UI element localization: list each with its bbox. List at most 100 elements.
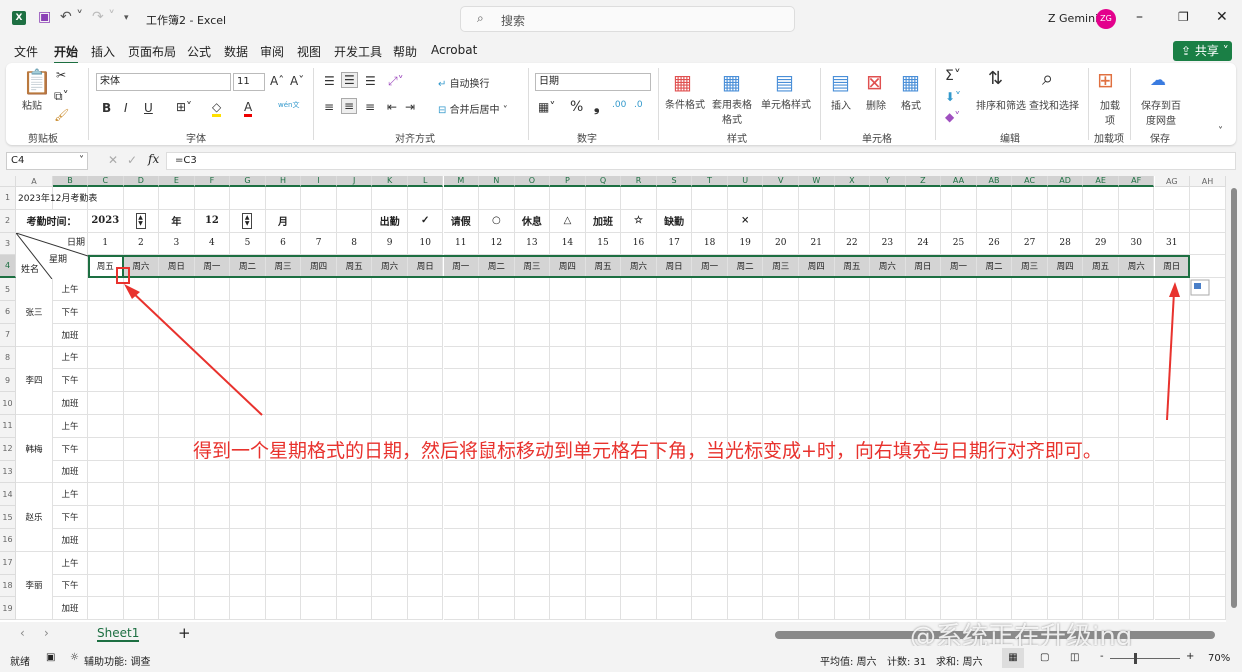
cell[interactable] xyxy=(443,392,480,415)
collapse-ribbon-icon[interactable]: ˅ xyxy=(1218,126,1223,137)
cell[interactable] xyxy=(621,392,657,415)
cell[interactable] xyxy=(976,209,1013,233)
cell[interactable] xyxy=(834,551,871,575)
cell[interactable] xyxy=(1154,506,1191,529)
row-header-19[interactable]: 19 xyxy=(0,597,16,621)
cell[interactable] xyxy=(1012,369,1048,393)
cell[interactable] xyxy=(407,323,444,347)
cell[interactable] xyxy=(1012,574,1048,598)
cell[interactable] xyxy=(905,415,942,438)
cell[interactable] xyxy=(479,323,515,347)
cell[interactable] xyxy=(727,369,764,393)
cell[interactable] xyxy=(123,551,160,575)
row-header-12[interactable]: 12 xyxy=(0,437,16,461)
cell[interactable] xyxy=(265,369,302,393)
cell[interactable] xyxy=(443,278,480,301)
cell[interactable] xyxy=(585,574,622,598)
cell[interactable] xyxy=(656,551,693,575)
cell-style-button[interactable]: 单元格样式 xyxy=(761,96,811,111)
day-number[interactable]: 14 xyxy=(550,232,586,256)
cell[interactable] xyxy=(976,460,1013,484)
cell[interactable] xyxy=(799,415,835,438)
cell[interactable] xyxy=(1154,415,1191,438)
cell[interactable] xyxy=(870,278,906,301)
cell[interactable] xyxy=(1154,437,1191,461)
cell[interactable] xyxy=(514,506,551,529)
cell[interactable] xyxy=(301,301,337,324)
cell[interactable] xyxy=(834,597,871,621)
cell[interactable] xyxy=(514,415,551,438)
cell[interactable] xyxy=(763,460,799,484)
cell[interactable] xyxy=(763,278,799,301)
cell[interactable] xyxy=(1047,369,1084,393)
cell[interactable] xyxy=(372,483,408,507)
row-header-1[interactable]: 1 xyxy=(0,187,16,210)
cell[interactable] xyxy=(265,346,302,370)
column-header-Q[interactable]: Q xyxy=(585,176,622,187)
cell[interactable] xyxy=(976,187,1013,210)
share-button[interactable]: ⇪ 共享 ˅ xyxy=(1173,41,1232,61)
cell[interactable] xyxy=(585,483,622,507)
macro-record-icon[interactable]: ▣ xyxy=(46,652,55,663)
cell[interactable] xyxy=(1047,209,1084,233)
cell[interactable] xyxy=(88,346,124,370)
cell[interactable] xyxy=(1154,529,1191,552)
cell[interactable] xyxy=(692,574,728,598)
day-number[interactable]: 17 xyxy=(656,232,693,256)
cell[interactable] xyxy=(941,415,977,438)
insert-function-icon[interactable]: fx xyxy=(148,152,159,166)
cell[interactable] xyxy=(692,597,728,621)
day-number[interactable]: 15 xyxy=(585,232,622,256)
cell[interactable] xyxy=(727,574,764,598)
cell[interactable] xyxy=(585,551,622,575)
cell[interactable] xyxy=(692,529,728,552)
cell[interactable] xyxy=(514,392,551,415)
undo-icon[interactable]: ↶ ˅ xyxy=(60,9,83,25)
cell[interactable] xyxy=(941,506,977,529)
cell[interactable] xyxy=(692,187,728,210)
cell[interactable] xyxy=(1118,460,1155,484)
align-left-icon[interactable]: ≡ xyxy=(324,100,334,114)
cell[interactable] xyxy=(550,301,586,324)
cell[interactable] xyxy=(621,551,657,575)
cell[interactable] xyxy=(123,323,160,347)
cell[interactable] xyxy=(159,506,195,529)
cell[interactable] xyxy=(870,415,906,438)
page-break-icon[interactable]: ◫ xyxy=(1070,652,1079,663)
redo-icon[interactable]: ↷ ˅ xyxy=(92,9,115,25)
cell[interactable] xyxy=(550,506,586,529)
cell[interactable] xyxy=(1118,415,1155,438)
day-number[interactable]: 11 xyxy=(443,232,480,256)
comma-icon[interactable]: ❟ xyxy=(594,99,600,115)
cell[interactable] xyxy=(230,187,266,210)
cell[interactable] xyxy=(1047,415,1084,438)
save-icon[interactable]: ▣ xyxy=(38,9,51,25)
cell[interactable] xyxy=(763,597,799,621)
cell[interactable] xyxy=(1083,187,1119,210)
cell[interactable] xyxy=(265,574,302,598)
search-box[interactable]: ⌕ 搜索 xyxy=(460,6,795,32)
cell[interactable] xyxy=(727,529,764,552)
cell[interactable] xyxy=(763,187,799,210)
column-header-L[interactable]: L xyxy=(407,176,444,187)
cell[interactable] xyxy=(479,506,515,529)
cell[interactable] xyxy=(479,301,515,324)
cell[interactable] xyxy=(763,323,799,347)
cell[interactable] xyxy=(834,323,871,347)
cell[interactable] xyxy=(870,209,906,233)
cell[interactable] xyxy=(301,209,337,233)
cell[interactable] xyxy=(799,506,835,529)
column-header-AG[interactable]: AG xyxy=(1154,176,1191,187)
cell[interactable] xyxy=(1012,209,1048,233)
cell[interactable] xyxy=(941,209,977,233)
row-header-9[interactable]: 9 xyxy=(0,369,16,393)
cell[interactable] xyxy=(1047,323,1084,347)
cell[interactable] xyxy=(763,209,799,233)
currency-icon[interactable]: ▦˅ xyxy=(538,100,555,114)
cell[interactable] xyxy=(407,278,444,301)
cell[interactable] xyxy=(372,415,408,438)
cell[interactable] xyxy=(1118,346,1155,370)
cell[interactable] xyxy=(727,301,764,324)
cell[interactable] xyxy=(372,551,408,575)
cell[interactable] xyxy=(265,460,302,484)
